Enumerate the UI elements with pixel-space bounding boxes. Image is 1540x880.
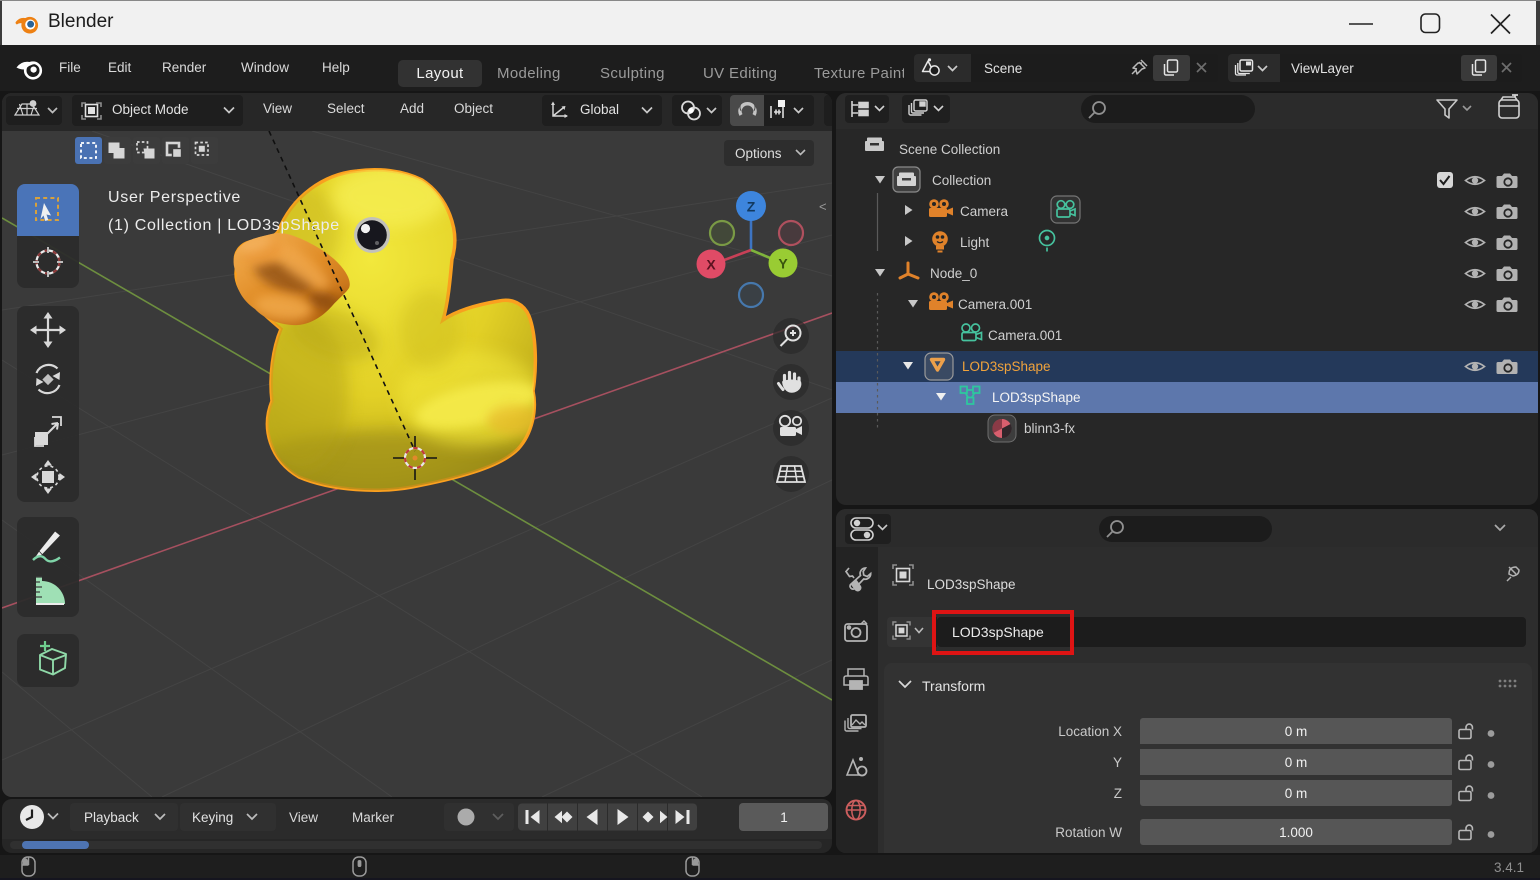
svg-text:Camera.001: Camera.001 xyxy=(988,328,1062,343)
svg-text:LOD3spShape: LOD3spShape xyxy=(962,359,1051,374)
svg-text:LOD3spShape: LOD3spShape xyxy=(992,390,1081,405)
svg-text:Y: Y xyxy=(778,256,788,272)
svg-text:1.000: 1.000 xyxy=(1279,825,1313,840)
svg-text:Z: Z xyxy=(1114,786,1122,801)
svg-text:Camera: Camera xyxy=(960,204,1009,219)
svg-text:X: X xyxy=(706,257,716,273)
svg-text:View: View xyxy=(289,810,318,825)
svg-text:Keying: Keying xyxy=(192,810,233,825)
svg-text:Light: Light xyxy=(960,235,990,250)
svg-text:3.4.1: 3.4.1 xyxy=(1494,860,1524,875)
svg-text:Rotation W: Rotation W xyxy=(1055,825,1122,840)
svg-text:Collection: Collection xyxy=(932,173,991,188)
svg-text:Location X: Location X xyxy=(1058,724,1122,739)
svg-text:<: < xyxy=(819,199,827,214)
svg-text:Y: Y xyxy=(1113,755,1122,770)
svg-text:0 m: 0 m xyxy=(1285,786,1308,801)
svg-text:Transform: Transform xyxy=(922,678,985,694)
svg-text:Marker: Marker xyxy=(352,810,395,825)
svg-text:User Perspective: User Perspective xyxy=(108,189,241,206)
svg-text:Playback: Playback xyxy=(84,810,139,825)
svg-text:Node_0: Node_0 xyxy=(930,266,977,281)
svg-text:Scene Collection: Scene Collection xyxy=(899,142,1000,157)
svg-text:(1) Collection | LOD3spShape: (1) Collection | LOD3spShape xyxy=(108,217,340,234)
svg-text:blinn3-fx: blinn3-fx xyxy=(1024,421,1075,436)
svg-text:Options: Options xyxy=(735,146,782,161)
svg-text:Camera.001: Camera.001 xyxy=(958,297,1032,312)
svg-text:1: 1 xyxy=(780,810,788,825)
svg-text:0 m: 0 m xyxy=(1285,724,1308,739)
svg-text:Z: Z xyxy=(747,199,756,215)
svg-text:LOD3spShape: LOD3spShape xyxy=(952,624,1044,640)
svg-text:LOD3spShape: LOD3spShape xyxy=(927,577,1016,592)
svg-text:0 m: 0 m xyxy=(1285,755,1308,770)
